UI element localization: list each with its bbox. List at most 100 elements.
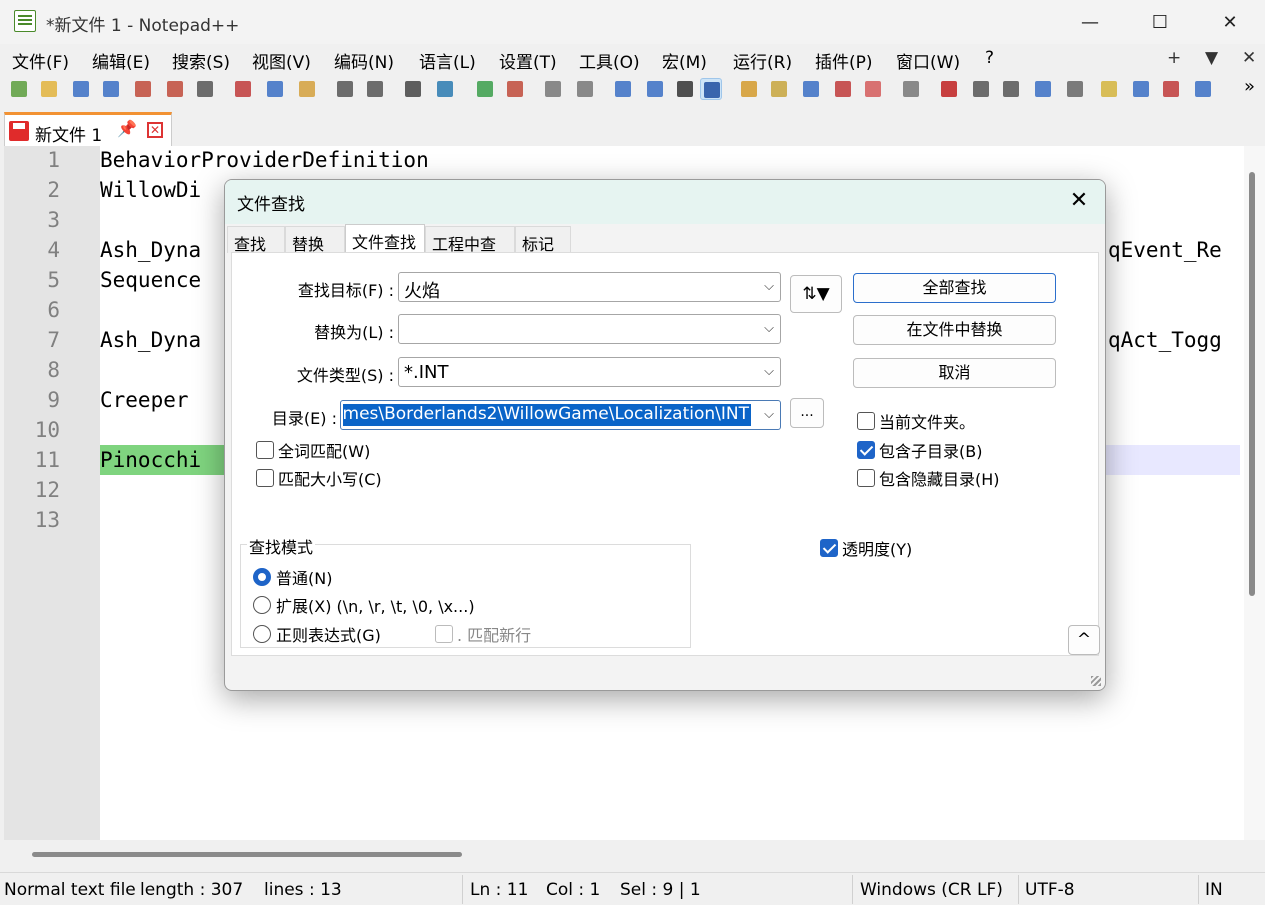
search-mode-extended-radio[interactable]: 扩展(X) (\n, \r, \t, \0, \x...)	[253, 593, 475, 617]
pin-icon[interactable]: 📌	[117, 119, 137, 138]
save-macro-icon[interactable]	[1064, 78, 1086, 100]
checkbox-box[interactable]	[857, 469, 875, 487]
chevron-down-icon[interactable]: ⌵	[764, 279, 774, 294]
find-what-combo[interactable]: 火焰 ⌵	[398, 272, 781, 302]
menu-macro[interactable]: 宏(M)	[662, 48, 707, 73]
radio-dot[interactable]	[253, 568, 271, 586]
redo-icon[interactable]	[364, 78, 386, 100]
replace-icon[interactable]	[434, 78, 456, 100]
folder-workspace-icon[interactable]	[862, 78, 884, 100]
menu-view[interactable]: 视图(V)	[252, 48, 311, 73]
menu-plugins[interactable]: 插件(P)	[815, 48, 873, 73]
save-all-icon[interactable]	[100, 78, 122, 100]
paste-icon[interactable]	[296, 78, 318, 100]
menu-tools[interactable]: 工具(O)	[579, 48, 640, 73]
radio-dot[interactable]	[852, 596, 870, 614]
define-language-icon[interactable]	[738, 78, 760, 100]
tab-new-file-1[interactable]: 新文件 1 📌 ✕	[4, 112, 172, 146]
record-macro-icon[interactable]	[938, 78, 960, 100]
function-list-icon[interactable]	[832, 78, 854, 100]
sync-horizontal-icon[interactable]	[574, 78, 596, 100]
menu-edit[interactable]: 编辑(E)	[92, 48, 150, 73]
chevron-down-icon[interactable]: ⌵	[764, 321, 774, 336]
directory-combo[interactable]: ames\Borderlands2\WillowGame\Localizatio…	[340, 400, 781, 430]
whole-word-checkbox[interactable]: 全词匹配(W)	[256, 438, 370, 462]
dot-matches-newline-checkbox[interactable]: . 匹配新行	[435, 622, 531, 646]
find-icon[interactable]	[402, 78, 424, 100]
close-icon[interactable]	[132, 78, 154, 100]
monitoring-icon[interactable]	[900, 78, 922, 100]
dialog-close-button[interactable]: ✕	[1061, 186, 1097, 216]
maximize-button[interactable]: ☐	[1125, 0, 1195, 44]
checkbox-box[interactable]	[435, 625, 453, 643]
tab-replace[interactable]: 替换	[285, 226, 345, 254]
horizontal-scrollbar[interactable]	[4, 840, 1240, 870]
menu-language[interactable]: 语言(L)	[419, 48, 476, 73]
vertical-scroll-thumb[interactable]	[1249, 172, 1255, 596]
checkbox-box[interactable]	[857, 441, 875, 459]
follow-current-doc-checkbox[interactable]: 当前文件夹。	[857, 409, 975, 433]
new-tab-button[interactable]: +	[1167, 48, 1181, 68]
menu-file[interactable]: 文件(F)	[12, 48, 69, 73]
cancel-button[interactable]: 取消	[853, 358, 1056, 388]
swap-find-replace-button[interactable]: ⇅▼	[790, 275, 842, 313]
checkbox-box[interactable]	[820, 539, 838, 557]
transparency-slider[interactable]	[852, 628, 1028, 632]
run-macro-multiple-icon[interactable]	[1032, 78, 1054, 100]
column-icon[interactable]	[1130, 78, 1152, 100]
tab-find[interactable]: 查找	[227, 226, 285, 254]
menu-encoding[interactable]: 编码(N)	[334, 48, 394, 73]
replace-in-files-button[interactable]: 在文件中替换	[853, 315, 1056, 345]
copy-icon[interactable]	[264, 78, 286, 100]
stop-macro-icon[interactable]	[970, 78, 992, 100]
menu-search[interactable]: 搜索(S)	[172, 48, 230, 73]
chevron-down-icon[interactable]: ⌵	[764, 407, 774, 422]
checkbox-box[interactable]	[857, 412, 875, 430]
zoom-out-icon[interactable]	[504, 78, 526, 100]
save-icon[interactable]	[70, 78, 92, 100]
horizontal-scroll-thumb[interactable]	[32, 852, 462, 857]
replace-with-combo[interactable]: ⌵	[398, 314, 781, 344]
transparency-slider-thumb[interactable]	[974, 622, 983, 638]
word-wrap-icon[interactable]	[612, 78, 634, 100]
print-icon[interactable]	[194, 78, 216, 100]
tab-mark[interactable]: 标记	[515, 226, 571, 254]
in-hidden-folders-checkbox[interactable]: 包含隐藏目录(H)	[857, 466, 1000, 490]
menu-window[interactable]: 窗口(W)	[896, 48, 960, 73]
sync-vertical-icon[interactable]	[542, 78, 564, 100]
indent-guide-active-icon[interactable]	[700, 78, 722, 100]
browse-directory-button[interactable]: ...	[790, 398, 824, 428]
cut-icon[interactable]	[232, 78, 254, 100]
resize-grip-icon[interactable]	[1091, 676, 1101, 686]
radio-dot[interactable]	[852, 568, 870, 586]
more-icon[interactable]	[1192, 78, 1214, 100]
new-file-icon[interactable]	[8, 78, 30, 100]
toolbar-overflow-button[interactable]: »	[1244, 76, 1255, 97]
menu-help[interactable]: ?	[985, 48, 994, 68]
in-subfolders-checkbox[interactable]: 包含子目录(B)	[857, 438, 982, 462]
radio-dot[interactable]	[253, 596, 271, 614]
minimize-button[interactable]: —	[1055, 0, 1125, 44]
doc-map-icon[interactable]	[768, 78, 790, 100]
open-file-icon[interactable]	[38, 78, 60, 100]
search-mode-regex-radio[interactable]: 正则表达式(G)	[253, 622, 381, 646]
indent-guide-icon[interactable]	[674, 78, 696, 100]
compare-icon[interactable]	[1160, 78, 1182, 100]
zoom-in-icon[interactable]	[474, 78, 496, 100]
checkbox-box[interactable]	[256, 441, 274, 459]
undo-icon[interactable]	[334, 78, 356, 100]
checkbox-box[interactable]	[256, 469, 274, 487]
transparency-on-lose-focus-radio[interactable]: 失去焦点后	[852, 565, 955, 589]
tab-close-icon[interactable]: ✕	[147, 122, 163, 138]
radio-dot[interactable]	[253, 625, 271, 643]
show-all-chars-icon[interactable]	[644, 78, 666, 100]
search-mode-normal-radio[interactable]: 普通(N)	[253, 565, 332, 589]
transparency-always-radio[interactable]: 始终	[852, 593, 907, 617]
filters-combo[interactable]: *.INT ⌵	[398, 357, 781, 387]
match-case-checkbox[interactable]: 匹配大小写(C)	[256, 466, 382, 490]
find-all-button[interactable]: 全部查找	[853, 273, 1056, 303]
bookmark-icon[interactable]	[1098, 78, 1120, 100]
tab-find-in-projects[interactable]: 工程中查找	[425, 226, 515, 278]
transparency-checkbox[interactable]: 透明度(Y)	[820, 536, 916, 560]
doc-list-icon[interactable]	[800, 78, 822, 100]
